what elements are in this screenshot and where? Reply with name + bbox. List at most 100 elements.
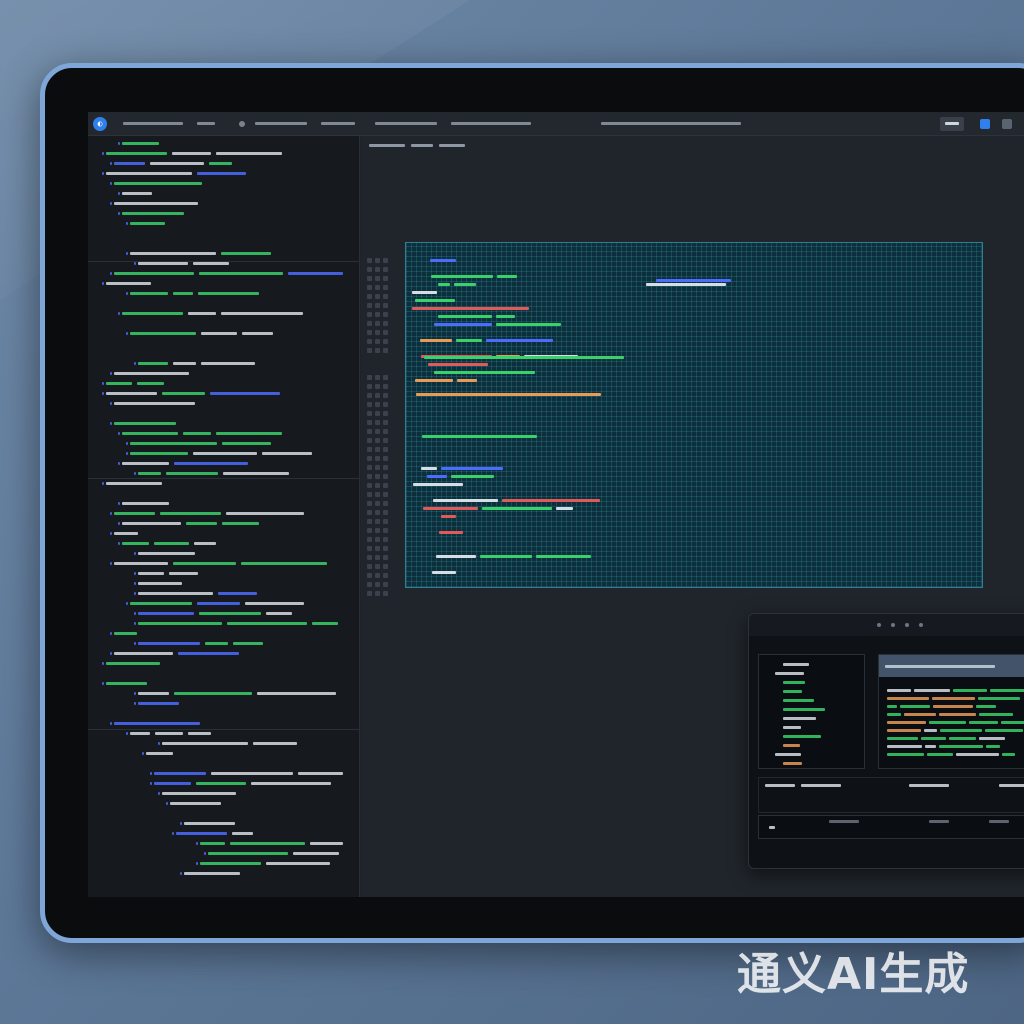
code-token [154,772,206,775]
pane-divider[interactable] [88,729,359,730]
gutter-dot [383,528,388,533]
code-token [106,392,157,395]
code-token [114,632,137,635]
code-token [174,462,248,465]
overlay-code-token [536,555,591,558]
gutter-dot [375,447,380,452]
code-gutter-marker [134,552,136,555]
code-gutter-marker [102,482,104,485]
overlay-code-token [415,379,453,382]
menu-item-tools[interactable] [451,122,531,125]
mini-footer-token [769,826,775,829]
mini-code-token [887,753,924,756]
mini-code-token [925,745,936,748]
code-gutter-marker [118,432,120,435]
gutter-dot [383,483,388,488]
code-token [242,332,273,335]
gutter-dot [383,501,388,506]
overlay-code-token [433,499,498,502]
overlay-code-token [439,531,463,534]
overlay-code-token [420,339,452,342]
code-token [138,262,188,265]
mini-code-token [978,697,1020,700]
code-token [114,652,173,655]
mini-bottom-panel[interactable] [758,777,1024,813]
code-token [138,592,213,595]
gutter-dot [383,438,388,443]
mini-titlebar[interactable] [749,614,1024,636]
code-gutter-marker [134,582,136,585]
menu-item-view[interactable] [255,122,307,125]
gutter-dot [367,591,372,596]
code-token [188,732,211,735]
code-token [209,162,232,165]
overlay-code-token [427,475,447,478]
gutter-dot [367,420,372,425]
code-token [138,362,168,365]
app-logo-icon[interactable]: ◐ [93,116,107,131]
menu-item-run[interactable] [321,122,355,125]
mini-code-token [1001,721,1024,724]
overlay-code-token [482,507,552,510]
overlay-code-token [438,283,450,286]
mini-code-token [914,689,950,692]
mini-code-token [924,729,937,732]
code-token [138,552,195,555]
gutter-dot [367,438,372,443]
code-token [154,542,189,545]
overlay-code-token [454,283,476,286]
pane-divider[interactable] [88,478,359,479]
gutter-dot [383,267,388,272]
code-token [122,522,181,525]
mini-left-pane[interactable] [758,654,865,769]
menu-item-file[interactable] [123,122,183,125]
mini-footer-panel[interactable] [758,815,1024,839]
mini-preview-window[interactable] [748,613,1024,869]
code-token [211,772,293,775]
gutter-dot [375,591,380,596]
gutter-dot [367,384,372,389]
menu-item-build[interactable] [375,122,437,125]
code-gutter-marker [102,662,104,665]
gutter-dot [375,456,380,461]
gutter-dot [367,330,372,335]
code-gutter-marker [126,602,128,605]
mini-code-token [933,705,973,708]
code-token [146,752,173,755]
menu-item-edit[interactable] [197,122,215,125]
overlay-code-token [416,393,601,396]
mini-code-token [783,681,805,684]
mini-code-token [927,753,953,756]
gutter-dot [375,573,380,578]
code-token [106,382,132,385]
code-token [266,612,292,615]
code-token [226,512,304,515]
code-editor-pane[interactable] [88,136,360,897]
code-gutter-marker [110,722,112,725]
gutter-dot [367,474,372,479]
code-gutter-marker [102,382,104,385]
layout-icon[interactable] [980,118,990,129]
code-gutter-marker [110,422,112,425]
code-gutter-marker [102,682,104,685]
gutter-dot [383,339,388,344]
gutter-dot [375,483,380,488]
mini-code-token [900,705,930,708]
grid-icon[interactable] [1002,118,1012,129]
run-button[interactable] [940,116,964,131]
status-dot-icon [239,120,245,127]
gutter-dot [375,564,380,569]
mini-code-token [887,729,921,732]
gutter-dot [367,411,372,416]
code-token [221,312,303,315]
code-gutter-marker [134,642,136,645]
menu-item-window[interactable] [601,122,741,125]
code-token [130,602,192,605]
gutter-dot [375,294,380,299]
code-token [310,842,343,845]
gutter-dot [375,546,380,551]
preview-canvas[interactable] [405,242,983,588]
gutter-dot [383,285,388,290]
mini-right-pane[interactable] [878,654,1024,769]
code-token [266,862,330,865]
